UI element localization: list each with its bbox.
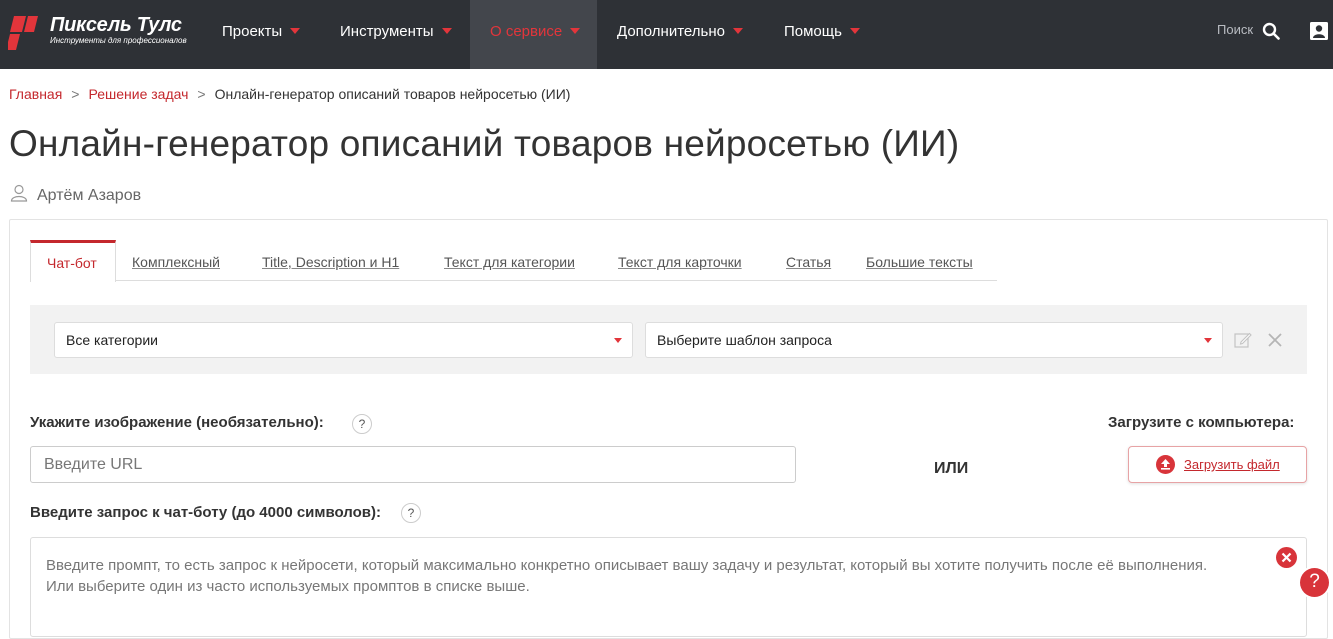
logo-subtitle: Инструменты для профессионалов — [50, 36, 187, 45]
caret-down-icon — [441, 28, 452, 35]
tab-long-texts[interactable]: Большие тексты — [850, 240, 989, 281]
breadcrumb-current: Онлайн-генератор описаний товаров нейрос… — [214, 86, 571, 102]
image-help-icon[interactable]: ? — [352, 414, 372, 434]
caret-down-icon — [732, 28, 743, 35]
prompt-filters: Все категории Выберите шаблон запроса — [30, 305, 1307, 374]
nav-item-label: Проекты — [222, 23, 283, 40]
nav-item-extra[interactable]: Дополнительно — [597, 0, 763, 69]
upload-file-label: Загрузить файл — [1184, 457, 1280, 472]
upload-icon — [1156, 455, 1175, 474]
dropdown-arrow-icon — [614, 338, 622, 343]
tab-article[interactable]: Статья — [770, 240, 847, 281]
clear-prompt-icon[interactable] — [1276, 547, 1297, 568]
upload-label: Загрузите с компьютера: — [1108, 414, 1295, 431]
category-select-value: Все категории — [66, 332, 158, 348]
tab-complex[interactable]: Комплексный — [116, 240, 236, 281]
tab-card-text[interactable]: Текст для карточки — [602, 240, 758, 281]
nav-item-label: Инструменты — [340, 23, 434, 40]
edit-icon[interactable] — [1234, 331, 1252, 349]
breadcrumb-home-link[interactable]: Главная — [9, 86, 62, 102]
prompt-textarea[interactable]: Введите промпт, то есть запрос к нейросе… — [30, 537, 1307, 637]
image-label: Укажите изображение (необязательно): — [30, 414, 324, 431]
tab-category-text[interactable]: Текст для категории — [428, 240, 591, 281]
breadcrumb-separator: > — [71, 86, 80, 102]
nav-item-about[interactable]: О сервисе — [470, 0, 597, 69]
prompt-label: Введите запрос к чат-боту (до 4000 симво… — [30, 504, 382, 521]
close-icon[interactable] — [1267, 332, 1283, 348]
nav-item-label: Помощь — [784, 23, 842, 40]
page-title: Онлайн-генератор описаний товаров нейрос… — [9, 123, 960, 164]
nav-item-label: О сервисе — [490, 23, 563, 40]
tool-tabs: Чат-бот Комплексный Title, Description и… — [30, 240, 997, 282]
logo-title: Пиксель Тулс — [50, 14, 182, 36]
user-outline-icon — [10, 184, 28, 202]
nav-item-label: Дополнительно — [617, 23, 725, 40]
caret-down-icon — [849, 28, 860, 35]
nav-item-tools[interactable]: Инструменты — [320, 0, 472, 69]
dropdown-arrow-icon — [1204, 338, 1212, 343]
category-select[interactable]: Все категории — [54, 322, 633, 358]
user-account-icon[interactable] — [1310, 22, 1328, 40]
breadcrumb: Главная > Решение задач > Онлайн-генератор о… — [9, 86, 570, 102]
prompt-placeholder: Введите промпт, то есть запрос к нейросе… — [46, 557, 1208, 595]
search-label[interactable]: Поиск — [1217, 22, 1253, 37]
breadcrumb-section-link[interactable]: Решение задач — [88, 86, 188, 102]
nav-item-help[interactable]: Помощь — [764, 0, 880, 69]
tab-chatbot[interactable]: Чат-бот — [30, 240, 116, 282]
caret-down-icon — [570, 28, 581, 35]
help-float-label: ? — [1309, 571, 1320, 592]
image-url-input[interactable] — [30, 446, 796, 483]
tab-title-description-h1[interactable]: Title, Description и H1 — [246, 240, 415, 281]
nav-item-projects[interactable]: Проекты — [202, 0, 320, 69]
logo-mark-icon — [8, 16, 38, 50]
top-navbar: Пиксель Тулс Инструменты для профессиона… — [0, 0, 1333, 69]
logo[interactable]: Пиксель Тулс Инструменты для профессиона… — [8, 14, 193, 54]
or-separator: ИЛИ — [934, 460, 969, 477]
search-icon[interactable] — [1262, 22, 1280, 40]
breadcrumb-separator: > — [197, 86, 206, 102]
template-select-value: Выберите шаблон запроса — [657, 332, 832, 348]
help-float-button[interactable]: ? — [1298, 566, 1331, 599]
prompt-help-icon[interactable]: ? — [401, 503, 421, 523]
caret-down-icon — [290, 28, 301, 35]
upload-file-button[interactable]: Загрузить файл — [1128, 446, 1307, 483]
author-name[interactable]: Артём Азаров — [37, 187, 141, 205]
template-select[interactable]: Выберите шаблон запроса — [645, 322, 1223, 358]
